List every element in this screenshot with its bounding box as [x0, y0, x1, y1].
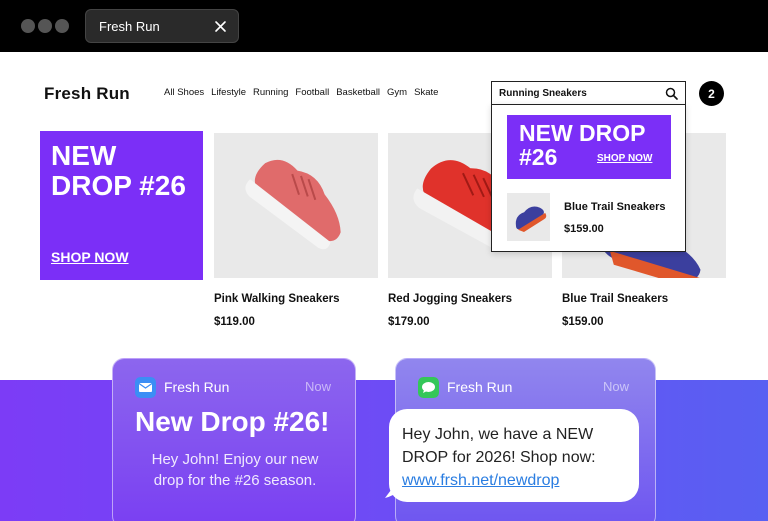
product-name[interactable]: Red Jogging Sneakers — [388, 293, 512, 305]
tab-title: Fresh Run — [99, 19, 160, 34]
dropdown-promo-banner[interactable]: NEW DROP #26 SHOP NOW — [507, 115, 671, 179]
nav-item-all-shoes[interactable]: All Shoes — [164, 87, 204, 98]
nav-item-football[interactable]: Football — [295, 87, 329, 98]
email-notification[interactable]: Fresh Run Now New Drop #26! Hey John! En… — [112, 358, 356, 521]
product-image[interactable] — [214, 133, 378, 278]
brand-logo[interactable]: Fresh Run — [44, 84, 130, 104]
product-price: $159.00 — [562, 316, 604, 328]
nav-item-gym[interactable]: Gym — [387, 87, 407, 98]
window-minimize-dot[interactable] — [38, 19, 52, 33]
sms-message-bubble: Hey John, we have a NEW DROP for 2026! S… — [389, 409, 639, 502]
nav-item-running[interactable]: Running — [253, 87, 288, 98]
sms-link[interactable]: www.frsh.net/newdrop — [402, 472, 559, 489]
notification-body: Hey John! Enjoy our new drop for the #26… — [151, 451, 319, 489]
promo-headline: NEW DROP #26 — [51, 140, 186, 201]
browser-tab[interactable]: Fresh Run — [85, 9, 239, 43]
product-price: $119.00 — [214, 316, 255, 328]
browser-titlebar: Fresh Run — [0, 0, 768, 52]
notification-app-name: Fresh Run — [447, 379, 513, 395]
notification-title: New Drop #26! — [135, 406, 330, 437]
search-box — [491, 81, 686, 105]
nav-item-basketball[interactable]: Basketball — [336, 87, 380, 98]
sneaker-icon — [515, 206, 547, 233]
product-name[interactable]: Pink Walking Sneakers — [214, 293, 339, 305]
product-card[interactable]: Pink Walking Sneakers $119.00 — [214, 133, 378, 328]
sms-message-text: Hey John, we have a NEW DROP for 2026! S… — [402, 426, 596, 466]
main-nav: All Shoes Lifestyle Running Football Bas… — [164, 87, 438, 98]
notification-time: Now — [304, 379, 331, 394]
sneaker-icon — [245, 159, 341, 250]
mail-icon — [135, 377, 156, 398]
suggestion-thumbnail[interactable] — [507, 193, 550, 241]
product-name[interactable]: Blue Trail Sneakers — [562, 293, 668, 305]
search-icon[interactable] — [665, 87, 678, 100]
window-maximize-dot[interactable] — [55, 19, 69, 33]
search-input[interactable] — [499, 85, 659, 101]
nav-item-lifestyle[interactable]: Lifestyle — [211, 87, 246, 98]
notification-time: Now — [602, 379, 629, 394]
suggestion-price: $159.00 — [564, 223, 604, 235]
suggestion-name[interactable]: Blue Trail Sneakers — [564, 201, 666, 213]
dropdown-shop-now-link[interactable]: SHOP NOW — [597, 153, 652, 164]
promo-banner[interactable]: NEW DROP #26 SHOP NOW — [40, 131, 203, 280]
cart-count-badge[interactable]: 2 — [699, 81, 724, 106]
message-icon — [418, 377, 439, 398]
notification-app-name: Fresh Run — [164, 379, 230, 395]
window-close-dot[interactable] — [21, 19, 35, 33]
shop-now-link[interactable]: SHOP NOW — [51, 249, 129, 265]
product-price: $179.00 — [388, 316, 430, 328]
close-icon[interactable] — [214, 20, 227, 33]
nav-item-skate[interactable]: Skate — [414, 87, 438, 98]
search-suggestions-dropdown: NEW DROP #26 SHOP NOW Blue Trail Sneaker… — [491, 104, 686, 252]
